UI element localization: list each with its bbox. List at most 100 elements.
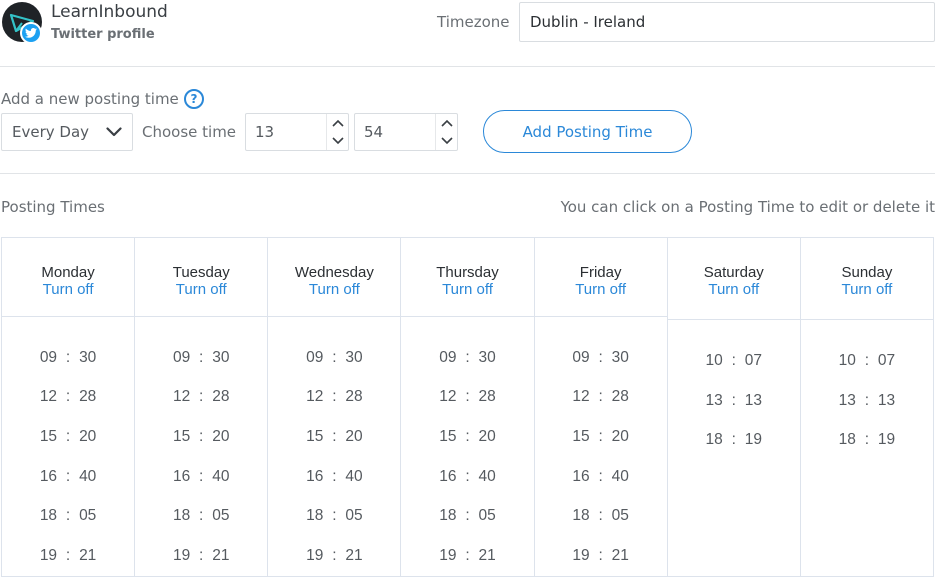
posting-time-slot[interactable]: 18:05 [135, 497, 267, 537]
frequency-select[interactable]: Every Day [1, 113, 133, 151]
turn-off-link[interactable]: Turn off [176, 281, 227, 299]
avatar[interactable] [2, 2, 42, 44]
twitter-icon [20, 22, 42, 44]
slot-separator: : [199, 467, 204, 485]
turn-off-link[interactable]: Turn off [442, 281, 493, 299]
turn-off-link[interactable]: Turn off [708, 281, 759, 299]
slot-separator: : [65, 467, 71, 485]
slot-minute: 28 [478, 388, 496, 406]
slot-minute: 30 [79, 348, 97, 366]
posting-time-slot[interactable]: 10:07 [801, 341, 933, 381]
decrement-hour-button[interactable] [327, 132, 348, 150]
slot-separator: : [598, 507, 603, 525]
slot-hour: 13 [838, 391, 856, 409]
frequency-value: Every Day [12, 123, 90, 141]
add-posting-time-button[interactable]: Add Posting Time [483, 110, 692, 153]
posting-time-slot[interactable]: 16:40 [135, 457, 267, 497]
posting-time-slot[interactable]: 09:30 [401, 338, 533, 378]
posting-time-slot[interactable]: 16:40 [401, 457, 533, 497]
posting-time-slot[interactable]: 15:20 [268, 417, 400, 457]
chevron-up-icon [440, 119, 453, 127]
slot-separator: : [65, 348, 71, 366]
posting-time-slot[interactable]: 15:20 [2, 417, 134, 457]
day-column-monday: Monday Turn off 09:30 12:28 15:20 16:40 18:05 1… [2, 238, 136, 576]
slot-hour: 16 [39, 467, 58, 485]
posting-time-slot[interactable]: 19:21 [135, 536, 267, 576]
slot-hour: 12 [172, 388, 191, 406]
posting-time-slot[interactable]: 12:28 [535, 378, 667, 418]
posting-time-slot[interactable]: 15:20 [135, 417, 267, 457]
increment-minute-button[interactable] [436, 114, 457, 132]
slot-minute: 05 [79, 507, 97, 525]
posting-time-slot[interactable]: 16:40 [268, 457, 400, 497]
slot-minute: 21 [611, 547, 629, 565]
posting-time-slot[interactable]: 15:20 [535, 417, 667, 457]
posting-time-slot[interactable]: 09:30 [2, 338, 134, 378]
posting-schedule-grid: Monday Turn off 09:30 12:28 15:20 16:40 18:05 1… [1, 237, 934, 577]
slot-separator: : [332, 428, 337, 446]
posting-time-slot[interactable]: 19:21 [268, 536, 400, 576]
slot-minute: 30 [212, 348, 230, 366]
posting-time-slot[interactable]: 10:07 [668, 341, 800, 381]
posting-time-slot[interactable]: 12:28 [2, 378, 134, 418]
slot-hour: 19 [39, 547, 58, 565]
slot-hour: 12 [439, 388, 457, 406]
posting-time-slot[interactable]: 19:21 [535, 536, 667, 576]
posting-time-slot[interactable]: 18:05 [2, 497, 134, 537]
posting-time-slot[interactable]: 18:05 [268, 497, 400, 537]
turn-off-link[interactable]: Turn off [575, 281, 626, 299]
posting-time-slot[interactable]: 19:21 [2, 536, 134, 576]
posting-time-slot[interactable]: 16:40 [535, 457, 667, 497]
turn-off-link[interactable]: Turn off [43, 281, 94, 299]
slot-hour: 16 [572, 467, 590, 485]
minute-stepper[interactable]: 54 [354, 113, 458, 151]
posting-time-slot[interactable]: 12:28 [135, 378, 267, 418]
decrement-minute-button[interactable] [436, 132, 457, 150]
slot-hour: 09 [306, 348, 324, 366]
posting-time-slot[interactable]: 18:19 [801, 420, 933, 460]
posting-time-slot[interactable]: 09:30 [135, 338, 267, 378]
posting-time-slot[interactable]: 12:28 [401, 378, 533, 418]
slot-separator: : [199, 428, 204, 446]
slot-hour: 15 [39, 428, 58, 446]
day-header: Tuesday Turn off [135, 238, 268, 317]
posting-time-slot[interactable]: 19:21 [401, 536, 533, 576]
posting-time-slot[interactable]: 09:30 [268, 338, 400, 378]
day-column-friday: Friday Turn off 09:30 12:28 15:20 16:40 18:05 1… [534, 238, 668, 576]
day-name: Saturday [703, 264, 764, 281]
posting-time-slot[interactable]: 16:40 [2, 457, 134, 497]
slot-minute: 05 [212, 507, 230, 525]
posting-time-slot[interactable]: 18:19 [668, 420, 800, 460]
posting-time-slot[interactable]: 13:13 [801, 381, 933, 421]
day-column-sunday: Sunday Turn off 10:07 13:13 18:19 [800, 238, 933, 576]
slot-separator: : [598, 428, 603, 446]
chevron-up-icon [331, 119, 344, 127]
profile-subtitle: Twitter profile [51, 27, 155, 42]
posting-time-slot[interactable]: 12:28 [268, 378, 400, 418]
posting-time-slot[interactable]: 09:30 [535, 338, 667, 378]
slot-separator: : [199, 348, 204, 366]
timezone-input[interactable] [519, 2, 935, 42]
slot-hour: 15 [439, 428, 457, 446]
slot-minute: 28 [611, 388, 629, 406]
time-slot-list: 10:07 13:13 18:19 [801, 320, 933, 460]
add-posting-time-label: Add a new posting time [1, 90, 179, 108]
increment-hour-button[interactable] [327, 114, 348, 132]
slot-hour: 10 [705, 351, 723, 369]
day-name: Friday [579, 264, 622, 281]
hour-stepper[interactable]: 13 [245, 113, 349, 151]
slot-minute: 19 [877, 431, 896, 449]
slot-minute: 40 [212, 467, 230, 485]
slot-minute: 20 [212, 428, 230, 446]
turn-off-link[interactable]: Turn off [309, 281, 360, 299]
help-icon[interactable]: ? [184, 89, 204, 109]
slot-separator: : [864, 391, 870, 409]
day-header: Wednesday Turn off [268, 238, 401, 317]
posting-time-slot[interactable]: 18:05 [401, 497, 533, 537]
slot-hour: 18 [838, 431, 856, 449]
day-column-wednesday: Wednesday Turn off 09:30 12:28 15:20 16:40 18:… [268, 238, 402, 576]
posting-time-slot[interactable]: 18:05 [535, 497, 667, 537]
posting-time-slot[interactable]: 13:13 [668, 381, 800, 421]
turn-off-link[interactable]: Turn off [841, 281, 892, 299]
posting-time-slot[interactable]: 15:20 [401, 417, 533, 457]
